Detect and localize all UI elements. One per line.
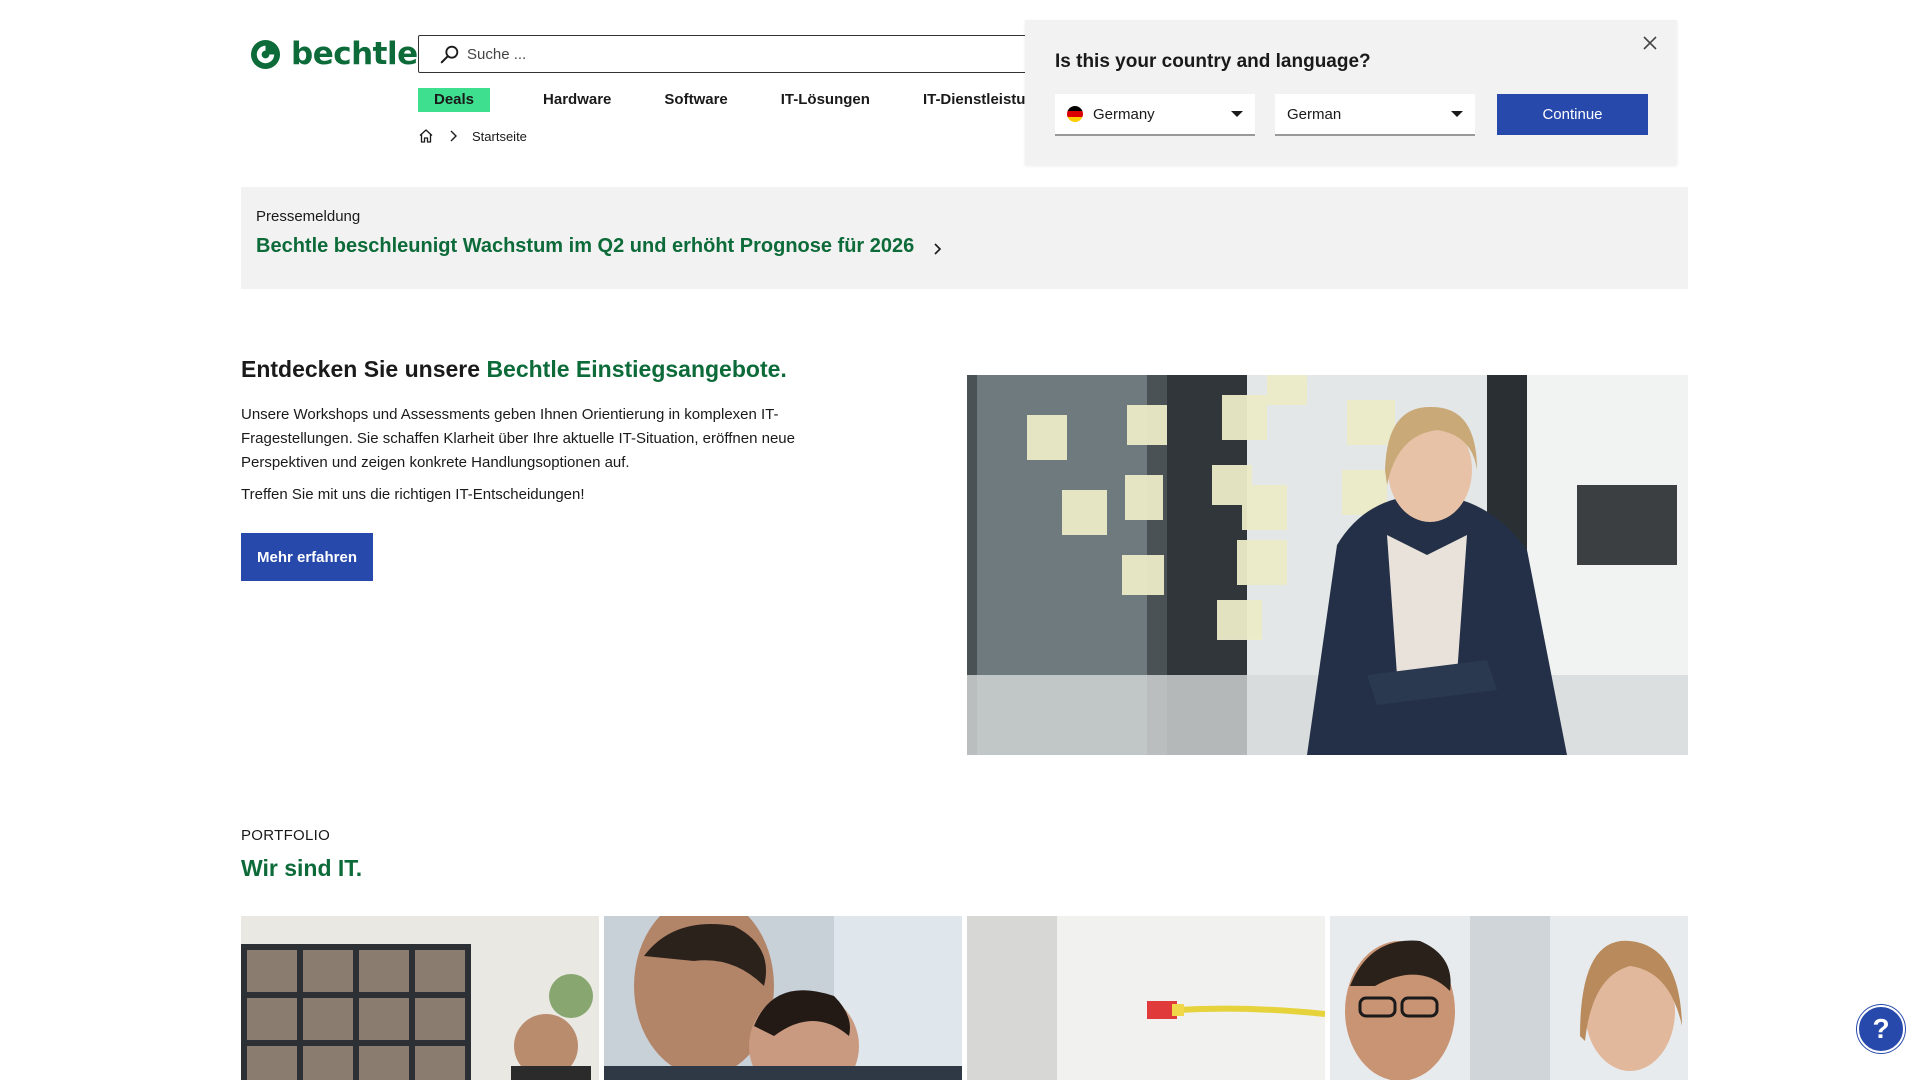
logo-mark-icon <box>250 39 281 69</box>
hero-title: Entdecken Sie unsere Bechtle Einstiegsan… <box>241 356 787 383</box>
home-icon[interactable] <box>418 128 434 144</box>
search-bar[interactable] <box>418 35 1028 73</box>
country-select-value: Germany <box>1093 105 1155 123</box>
hero-body-cta: Treffen Sie mit uns die richtigen IT-Ent… <box>241 486 585 503</box>
search-input[interactable] <box>467 45 867 63</box>
press-headline-link[interactable]: Bechtle beschleunigt Wachstum im Q2 und … <box>256 235 942 258</box>
hero-image <box>967 375 1688 755</box>
press-headline: Bechtle beschleunigt Wachstum im Q2 und … <box>256 235 915 257</box>
portfolio-title: Wir sind IT. <box>241 855 363 881</box>
portfolio-tile-image <box>1330 916 1688 1080</box>
language-select-value: German <box>1287 105 1342 123</box>
caret-down-icon <box>1231 111 1243 117</box>
country-select[interactable]: Germany <box>1055 94 1255 136</box>
breadcrumb-current: Startseite <box>472 128 527 144</box>
portfolio-label: PORTFOLIO <box>241 827 331 844</box>
chevron-right-icon <box>934 242 942 255</box>
portfolio-tile-people-screen[interactable] <box>604 916 962 1080</box>
portfolio-tile-image <box>604 916 962 1080</box>
portfolio-tile-video-conference[interactable] <box>241 916 599 1080</box>
nav-item-it-loesungen[interactable]: IT-Lösungen <box>781 88 870 112</box>
caret-down-icon <box>1451 111 1463 117</box>
search-icon[interactable] <box>439 43 461 65</box>
flag-germany-icon <box>1067 106 1083 122</box>
help-button[interactable]: ? <box>1857 1005 1905 1053</box>
main-nav: Deals Hardware Software IT-Lösungen IT-D… <box>418 88 1025 112</box>
hero-body: Unsere Workshops und Assessments geben I… <box>241 406 795 471</box>
language-select[interactable]: German <box>1275 94 1475 136</box>
portfolio-tile-team[interactable] <box>1330 916 1688 1080</box>
breadcrumb: Startseite <box>418 128 527 144</box>
hero-title-accent: Bechtle Einstiegsangebote. <box>486 356 787 382</box>
hero-title-prefix: Entdecken Sie unsere <box>241 356 481 382</box>
popup-title: Is this your country and language? <box>1055 51 1371 72</box>
continue-button[interactable]: Continue <box>1497 94 1648 135</box>
hero-image-illustration <box>967 375 1688 755</box>
portfolio-tile-image <box>967 916 1325 1080</box>
country-language-popup: Is this your country and language? Germa… <box>1025 20 1677 165</box>
logo-text: bechtle <box>291 36 418 72</box>
nav-item-software[interactable]: Software <box>664 88 727 112</box>
close-icon[interactable] <box>1641 34 1659 52</box>
bechtle-logo[interactable]: bechtle <box>250 36 418 72</box>
press-release-banner: Pressemeldung Bechtle beschleunigt Wachs… <box>241 187 1688 289</box>
chevron-right-icon <box>450 130 457 142</box>
nav-item-it-dienstleistungen[interactable]: IT-Dienstleistu <box>923 88 1026 112</box>
press-label: Pressemeldung <box>256 208 361 225</box>
portfolio-tile-network-cable[interactable] <box>967 916 1325 1080</box>
mehr-erfahren-button[interactable]: Mehr erfahren <box>241 533 373 581</box>
nav-item-deals[interactable]: Deals <box>418 88 491 112</box>
nav-item-hardware[interactable]: Hardware <box>543 88 611 112</box>
portfolio-tile-image <box>241 916 599 1080</box>
